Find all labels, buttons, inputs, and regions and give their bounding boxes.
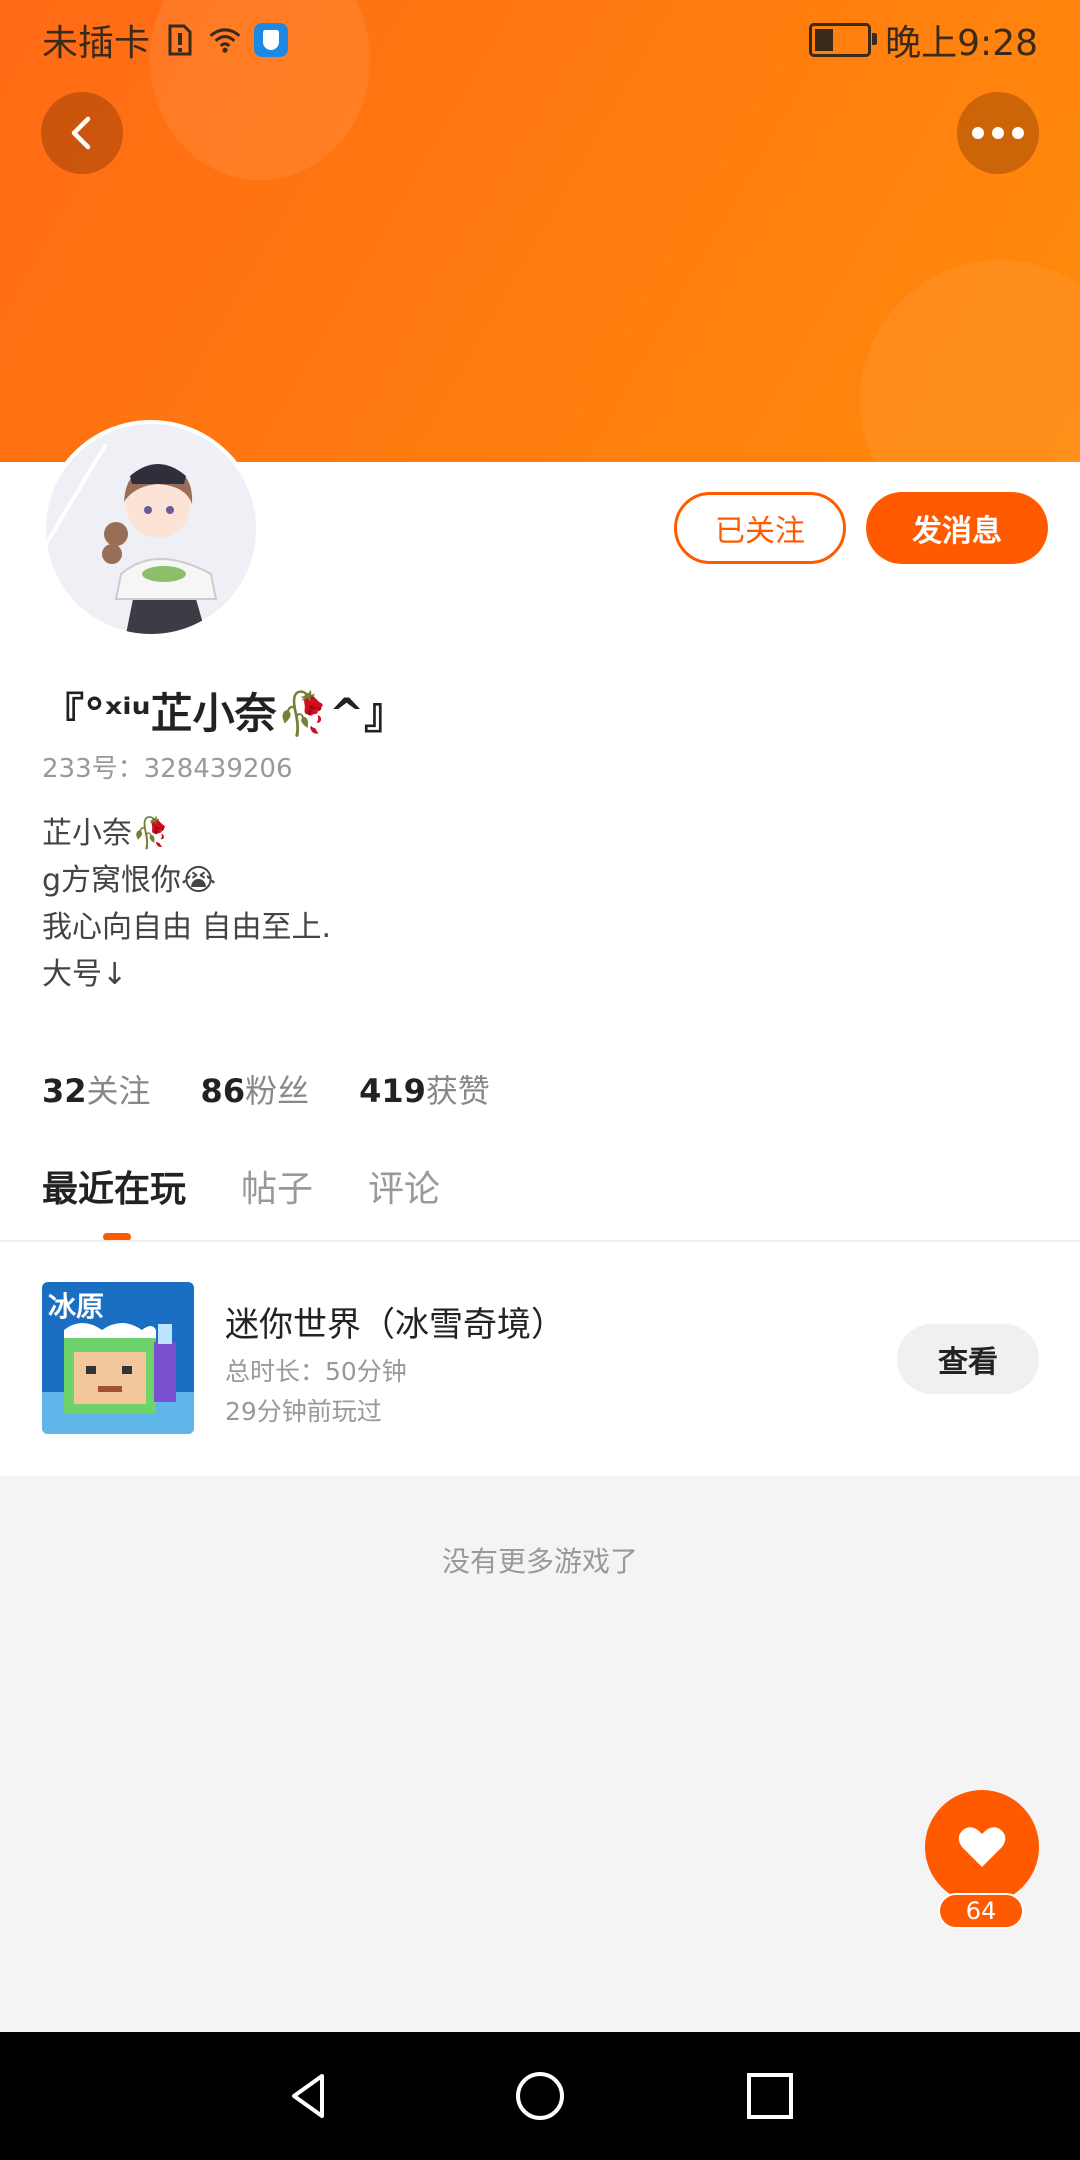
profile-tabs: 最近在玩 帖子 评论 <box>42 1160 440 1212</box>
profile-stats: 32关注 86粉丝 419获赞 <box>42 1066 490 1112</box>
sim-alert-icon <box>168 24 192 56</box>
fans-stat[interactable]: 86粉丝 <box>201 1066 310 1112</box>
likes-label: 获赞 <box>425 1072 490 1110</box>
followed-button[interactable]: 已关注 <box>674 492 846 564</box>
avatar[interactable] <box>42 420 260 638</box>
user-id: 233号：328439206 <box>42 754 293 784</box>
username: 『°ˣⁱᵘ芷小奈🥀^』 <box>42 689 407 738</box>
list-item[interactable]: 冰原 迷你世界（冰雪奇境） 总时长：50分钟 29分钟前玩过 查看 <box>0 1242 1080 1476</box>
bio-line: g方窝恨你😭 <box>42 863 217 898</box>
security-shield-icon <box>254 23 289 57</box>
nav-recents-icon[interactable] <box>744 2070 796 2122</box>
tab-recently-played[interactable]: 最近在玩 <box>42 1160 186 1212</box>
avatar-image <box>46 424 256 634</box>
nav-back-icon[interactable] <box>282 2070 334 2122</box>
game-duration: 总时长：50分钟 <box>225 1357 407 1386</box>
like-button[interactable] <box>925 1790 1039 1904</box>
more-dots-icon <box>972 127 1024 139</box>
chevron-left-icon <box>71 116 91 150</box>
system-navigation-bar <box>0 2032 1080 2160</box>
nav-home-icon[interactable] <box>514 2070 566 2122</box>
game-last-played: 29分钟前玩过 <box>225 1397 382 1426</box>
clock-text: 晚上9:28 <box>885 23 1038 64</box>
battery-icon <box>809 23 878 57</box>
following-label: 关注 <box>86 1072 151 1110</box>
fans-label: 粉丝 <box>245 1072 310 1110</box>
following-count: 32 <box>42 1072 87 1110</box>
carrier-text: 未插卡 <box>42 23 151 64</box>
likes-stat[interactable]: 419获赞 <box>359 1066 490 1112</box>
tab-comments[interactable]: 评论 <box>368 1160 440 1212</box>
send-message-button[interactable]: 发消息 <box>866 492 1048 564</box>
fans-count: 86 <box>200 1072 246 1110</box>
following-stat[interactable]: 32关注 <box>42 1066 151 1112</box>
game-title: 迷你世界（冰雪奇境） <box>225 1305 565 1345</box>
bio-line: 大号↓ <box>42 957 128 992</box>
bio-line: 芷小奈🥀 <box>42 816 170 851</box>
wifi-icon <box>209 28 241 53</box>
game-icon-label: 冰原 <box>48 1290 104 1323</box>
likes-count: 419 <box>359 1072 426 1110</box>
tab-posts[interactable]: 帖子 <box>241 1160 313 1212</box>
more-options-button[interactable] <box>957 92 1039 174</box>
heart-icon <box>958 1827 1006 1867</box>
bio-line: 我心向自由 自由至上. <box>42 910 332 945</box>
game-icon: 冰原 <box>42 1282 194 1434</box>
back-button[interactable] <box>41 92 123 174</box>
view-game-button[interactable]: 查看 <box>897 1324 1039 1394</box>
like-count-badge: 64 <box>938 1893 1024 1929</box>
bio: 芷小奈🥀 g方窝恨你😭 我心向自由 自由至上. 大号↓ <box>42 810 331 998</box>
status-bar: 未插卡 晚上9:28 <box>0 0 1080 74</box>
no-more-games-text: 没有更多游戏了 <box>441 1545 638 1578</box>
